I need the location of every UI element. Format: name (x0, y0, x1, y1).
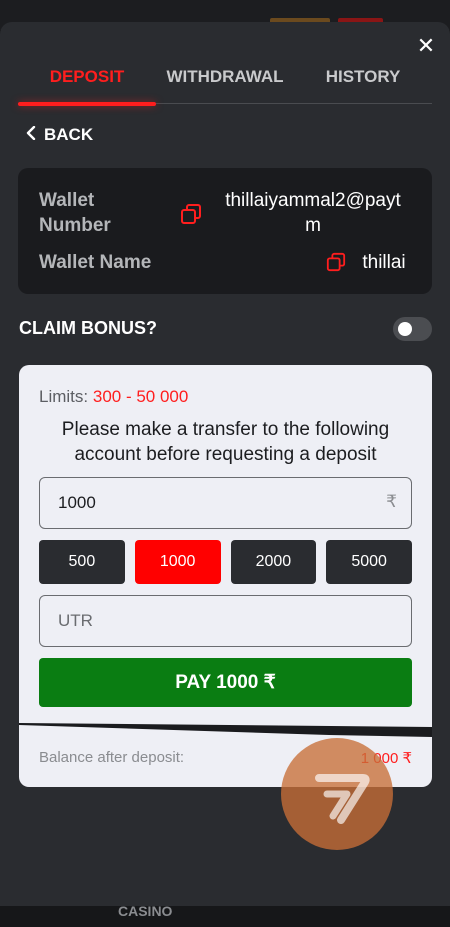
tab-history[interactable]: HISTORY (294, 62, 432, 103)
wallet-name-value: thillai (362, 252, 406, 273)
utr-field[interactable] (39, 595, 412, 647)
wallet-number-label-line1: Wallet (39, 190, 95, 211)
bottom-nav-casino[interactable]: CASINO (118, 903, 172, 919)
back-label: BACK (44, 124, 94, 144)
amount-input[interactable] (58, 478, 358, 528)
quick-amount-5000[interactable]: 5000 (326, 540, 412, 584)
pay-button[interactable]: PAY 1000 ₹ (39, 658, 412, 707)
balance-after-label: Balance after deposit: (39, 749, 185, 766)
wallet-number-label-line2: Number (39, 215, 111, 236)
wallet-number-value-line2: m (305, 215, 321, 236)
tab-bar: DEPOSIT WITHDRAWAL HISTORY (18, 62, 432, 106)
limits-value: 300 - 50 000 (92, 387, 189, 406)
tab-withdrawal[interactable]: WITHDRAWAL (156, 62, 294, 103)
app-logo-button[interactable] (281, 738, 393, 850)
transfer-instruction: Please make a transfer to the following … (61, 419, 390, 465)
wallet-number-value: thillaiyammal2@payt m (213, 188, 413, 238)
quick-amount-500[interactable]: 500 (39, 540, 125, 584)
amount-field[interactable]: ₹ (39, 477, 412, 529)
receipt-divider (19, 723, 432, 737)
claim-bonus-toggle[interactable] (393, 317, 432, 341)
toggle-knob (398, 322, 412, 336)
close-icon[interactable]: ✕ (414, 34, 438, 58)
claim-bonus-label: CLAIM BONUS? (19, 318, 157, 338)
tab-deposit[interactable]: DEPOSIT (18, 62, 156, 106)
wallet-name-label: Wallet Name (39, 252, 152, 273)
back-button[interactable]: BACK (26, 124, 93, 145)
quick-amount-list: 500 1000 2000 5000 (39, 540, 412, 584)
limits-label: Limits: (39, 387, 89, 406)
copy-icon[interactable] (180, 203, 202, 225)
copy-icon[interactable] (326, 252, 346, 272)
brand-logo-icon (315, 774, 370, 824)
wallet-info-card: Wallet Number thillaiyammal2@payt m Wall… (18, 168, 432, 294)
quick-amount-1000[interactable]: 1000 (134, 540, 221, 584)
deposit-form-card: Limits: 300 - 50 000 Please make a trans… (19, 365, 432, 787)
wallet-number-label: Wallet Number (39, 188, 111, 238)
chevron-left-icon (26, 124, 36, 145)
rupee-icon: ₹ (386, 492, 397, 511)
quick-amount-2000[interactable]: 2000 (230, 540, 317, 584)
wallet-number-value-line1: thillaiyammal2@payt (225, 190, 401, 211)
utr-input[interactable] (58, 596, 388, 646)
limits-text: Limits: 300 - 50 000 (39, 387, 188, 407)
